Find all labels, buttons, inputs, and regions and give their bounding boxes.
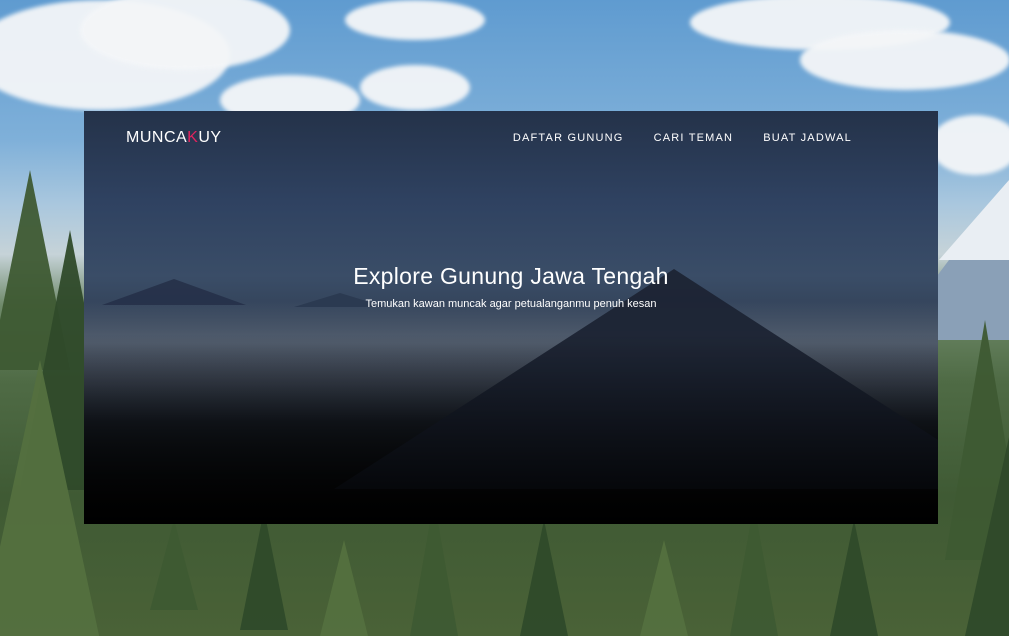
brand-suffix: UY — [198, 129, 222, 146]
nav-links: DAFTAR GUNUNG CARI TEMAN BUAT JADWAL — [513, 132, 852, 144]
nav-link-cari-teman[interactable]: CARI TEMAN — [654, 132, 734, 144]
nav-link-buat-jadwal[interactable]: BUAT JADWAL — [763, 132, 852, 144]
hero-subtitle: Temukan kawan muncak agar petualanganmu … — [365, 298, 657, 310]
nav-link-daftar-gunung[interactable]: DAFTAR GUNUNG — [513, 132, 624, 144]
hero-title: Explore Gunung Jawa Tengah — [353, 263, 669, 289]
distant-snow — [939, 180, 1009, 260]
brand-logo[interactable]: MUNCAKUY — [126, 129, 222, 147]
brand-accent: K — [187, 129, 199, 146]
navbar: MUNCAKUY DAFTAR GUNUNG CARI TEMAN BUAT J… — [84, 111, 938, 167]
brand-prefix: MUNCA — [126, 129, 188, 146]
hero-section: MUNCAKUY DAFTAR GUNUNG CARI TEMAN BUAT J… — [84, 111, 938, 524]
hero-bottom-gradient — [84, 334, 938, 524]
